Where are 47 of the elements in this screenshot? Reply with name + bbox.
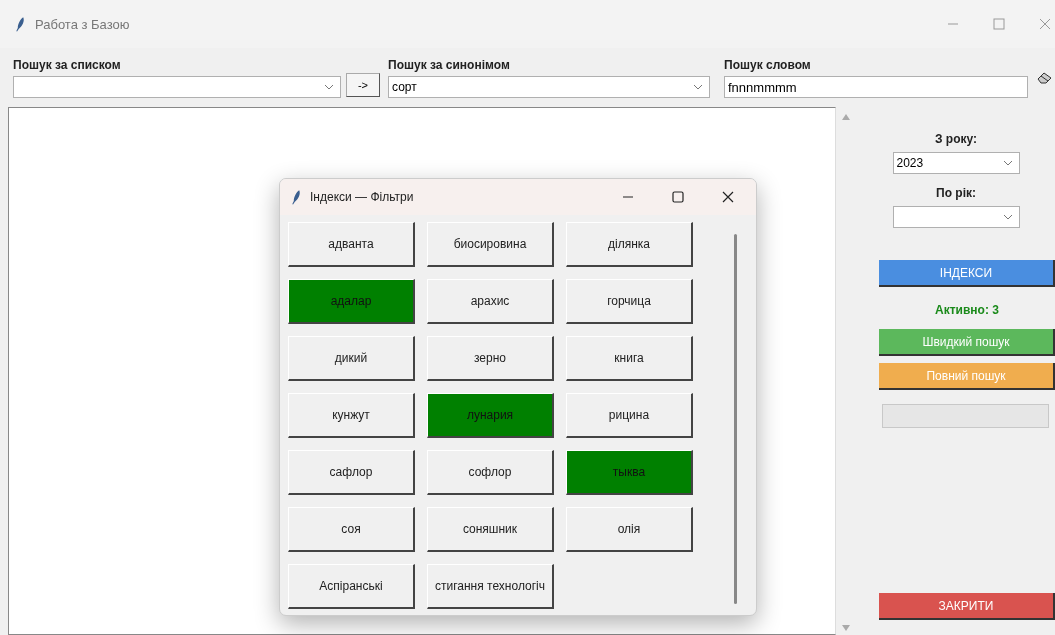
search-field[interactable]: fnnnmmmm bbox=[724, 76, 1028, 98]
year-combobox[interactable]: 2023 bbox=[892, 152, 1020, 174]
scroll-up-icon[interactable] bbox=[842, 114, 850, 120]
chevron-down-icon bbox=[693, 84, 703, 90]
search-label: Пошук словом bbox=[724, 58, 812, 72]
filter-toggle-button[interactable]: стигання технологіч bbox=[427, 564, 554, 609]
filter-toggle-button[interactable]: книга bbox=[566, 336, 693, 381]
filter-toggle-button[interactable]: биосировина bbox=[427, 222, 554, 267]
filter-toggle-button[interactable]: зерно bbox=[427, 336, 554, 381]
search-combobox[interactable] bbox=[13, 76, 341, 98]
chevron-down-icon bbox=[1002, 214, 1013, 220]
filter-toggle-button[interactable]: олія bbox=[566, 507, 693, 552]
maximize-icon[interactable] bbox=[672, 191, 684, 203]
year-label: По рік: bbox=[936, 186, 976, 200]
close-button[interactable]: ЗАКРИТИ bbox=[879, 593, 1055, 620]
feather-icon bbox=[292, 189, 301, 205]
filter-toggle-button[interactable]: софлор bbox=[427, 450, 554, 495]
filter-toggle-button[interactable]: арахис bbox=[427, 279, 554, 324]
filter-toggle-button[interactable]: адванта bbox=[288, 222, 415, 267]
active-count: Активно: 3 bbox=[935, 303, 999, 317]
chevron-down-icon bbox=[324, 84, 334, 90]
filter-toggle-button[interactable]: рицина bbox=[566, 393, 693, 438]
chevron-down-icon bbox=[1002, 160, 1013, 166]
search-label: Пошук за синонімом bbox=[388, 58, 511, 72]
scrollbar-thumb[interactable] bbox=[734, 234, 737, 604]
filter-toggle-button[interactable]: Аспіранські bbox=[288, 564, 415, 609]
arrow-button[interactable]: -> bbox=[346, 73, 380, 97]
feather-icon bbox=[16, 16, 25, 32]
filter-toggle-button[interactable]: дикий bbox=[288, 336, 415, 381]
dialog-title: Індекси — Фільтри bbox=[310, 190, 414, 204]
close-icon[interactable] bbox=[722, 191, 734, 203]
eraser-icon[interactable] bbox=[1036, 72, 1052, 84]
search-label: Пошук за списком bbox=[13, 58, 122, 72]
search-combobox[interactable]: сорт bbox=[388, 76, 710, 98]
filter-toggle-button[interactable]: соя bbox=[288, 507, 415, 552]
filter-toggle-button[interactable]: горчица bbox=[566, 279, 693, 324]
filter-toggle-button[interactable]: кунжут bbox=[288, 393, 415, 438]
filter-toggle-button[interactable]: соняшник bbox=[427, 507, 554, 552]
filter-toggle-button[interactable]: ділянка bbox=[566, 222, 693, 267]
filter-toggle-button[interactable]: тыква bbox=[566, 450, 693, 495]
filter-toggle-button[interactable]: лунария bbox=[427, 393, 554, 438]
year-combobox[interactable] bbox=[892, 206, 1020, 228]
window-title: Работа з Базою bbox=[35, 16, 130, 32]
filter-toggle-button[interactable]: сафлор bbox=[288, 450, 415, 495]
filter-toggle-button[interactable]: адалар bbox=[288, 279, 415, 324]
scroll-down-icon[interactable] bbox=[842, 625, 850, 631]
year-label: З року: bbox=[935, 132, 977, 146]
